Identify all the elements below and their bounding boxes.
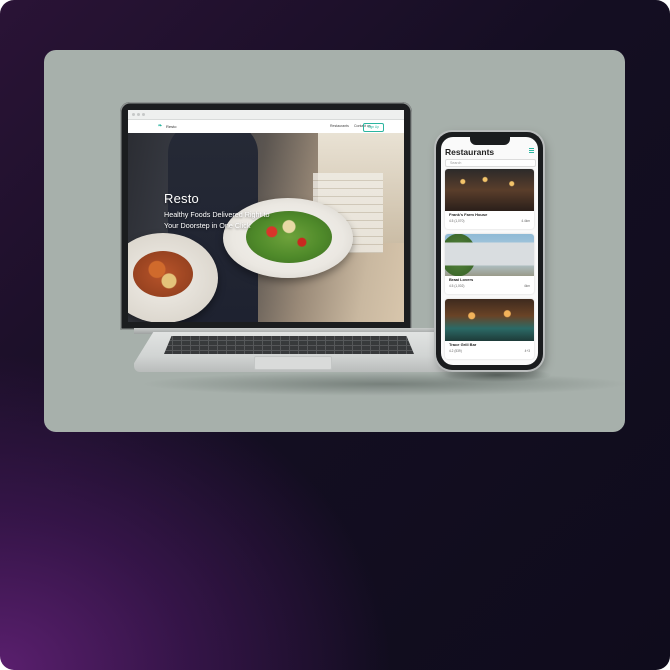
restaurant-name: Braai Lovers bbox=[449, 277, 474, 282]
restaurant-card[interactable]: Frank's Farm House 4.5 (1,070) 4.4km bbox=[445, 169, 534, 229]
restaurant-distance: 4.4km bbox=[521, 219, 530, 223]
search-placeholder: Search bbox=[450, 160, 462, 165]
restaurant-name: Trace Grill Bar bbox=[449, 342, 477, 347]
smartphone: Restaurants Search Frank's Farm House 4.… bbox=[436, 132, 543, 370]
window-maximize-dot[interactable] bbox=[142, 113, 145, 116]
restaurant-card[interactable]: Trace Grill Bar 4.2 (539) 4+3 bbox=[445, 299, 534, 359]
hamburger-menu-icon[interactable] bbox=[529, 148, 534, 153]
hero-title: Resto bbox=[164, 191, 199, 206]
restaurant-photo bbox=[445, 299, 534, 341]
hero-subtitle: Healthy Foods Delivered Right to Your Do… bbox=[164, 210, 270, 230]
hero-banner: Resto Healthy Foods Delivered Right to Y… bbox=[128, 133, 404, 322]
phone-screen: Restaurants Search Frank's Farm House 4.… bbox=[441, 137, 538, 365]
laptop-trackpad bbox=[254, 356, 332, 370]
browser-bar bbox=[128, 110, 404, 120]
phone-notch bbox=[470, 137, 510, 145]
restaurant-rating: 4.5 (1,002) bbox=[449, 284, 465, 288]
restaurant-photo bbox=[445, 234, 534, 276]
restaurant-distance: 4km bbox=[523, 284, 530, 288]
laptop-shadow bbox=[140, 372, 625, 396]
restaurant-name: Frank's Farm House bbox=[449, 212, 488, 217]
laptop-keyboard bbox=[164, 336, 414, 354]
showcase-background: ❧ Resto Restaurants Contact us Sign Up R… bbox=[0, 0, 670, 670]
window-minimize-dot[interactable] bbox=[137, 113, 140, 116]
phone-shadow bbox=[442, 368, 552, 382]
leaf-logo-icon[interactable]: ❧ bbox=[158, 123, 162, 129]
sign-up-button[interactable]: Sign Up bbox=[362, 122, 384, 132]
restaurant-distance: 4+3 bbox=[524, 349, 530, 353]
site-logo-text[interactable]: Resto bbox=[166, 124, 176, 129]
hero-food-left-image bbox=[133, 251, 193, 297]
site-navbar: ❧ Resto Restaurants Contact us Sign Up bbox=[128, 120, 404, 134]
nav-link-restaurants[interactable]: Restaurants bbox=[330, 124, 349, 128]
restaurant-rating: 4.2 (539) bbox=[449, 349, 462, 353]
restaurant-photo bbox=[445, 169, 534, 211]
laptop-lid: ❧ Resto Restaurants Contact us Sign Up R… bbox=[120, 102, 412, 330]
restaurant-card[interactable]: Braai Lovers 4.5 (1,002) 4km bbox=[445, 234, 534, 294]
mobile-search-input[interactable]: Search bbox=[445, 159, 536, 167]
laptop-screen: ❧ Resto Restaurants Contact us Sign Up R… bbox=[128, 110, 404, 322]
mobile-page-title: Restaurants bbox=[445, 147, 495, 157]
mockup-card: ❧ Resto Restaurants Contact us Sign Up R… bbox=[44, 50, 625, 432]
restaurant-rating: 4.5 (1,070) bbox=[449, 219, 465, 223]
window-close-dot[interactable] bbox=[132, 113, 135, 116]
